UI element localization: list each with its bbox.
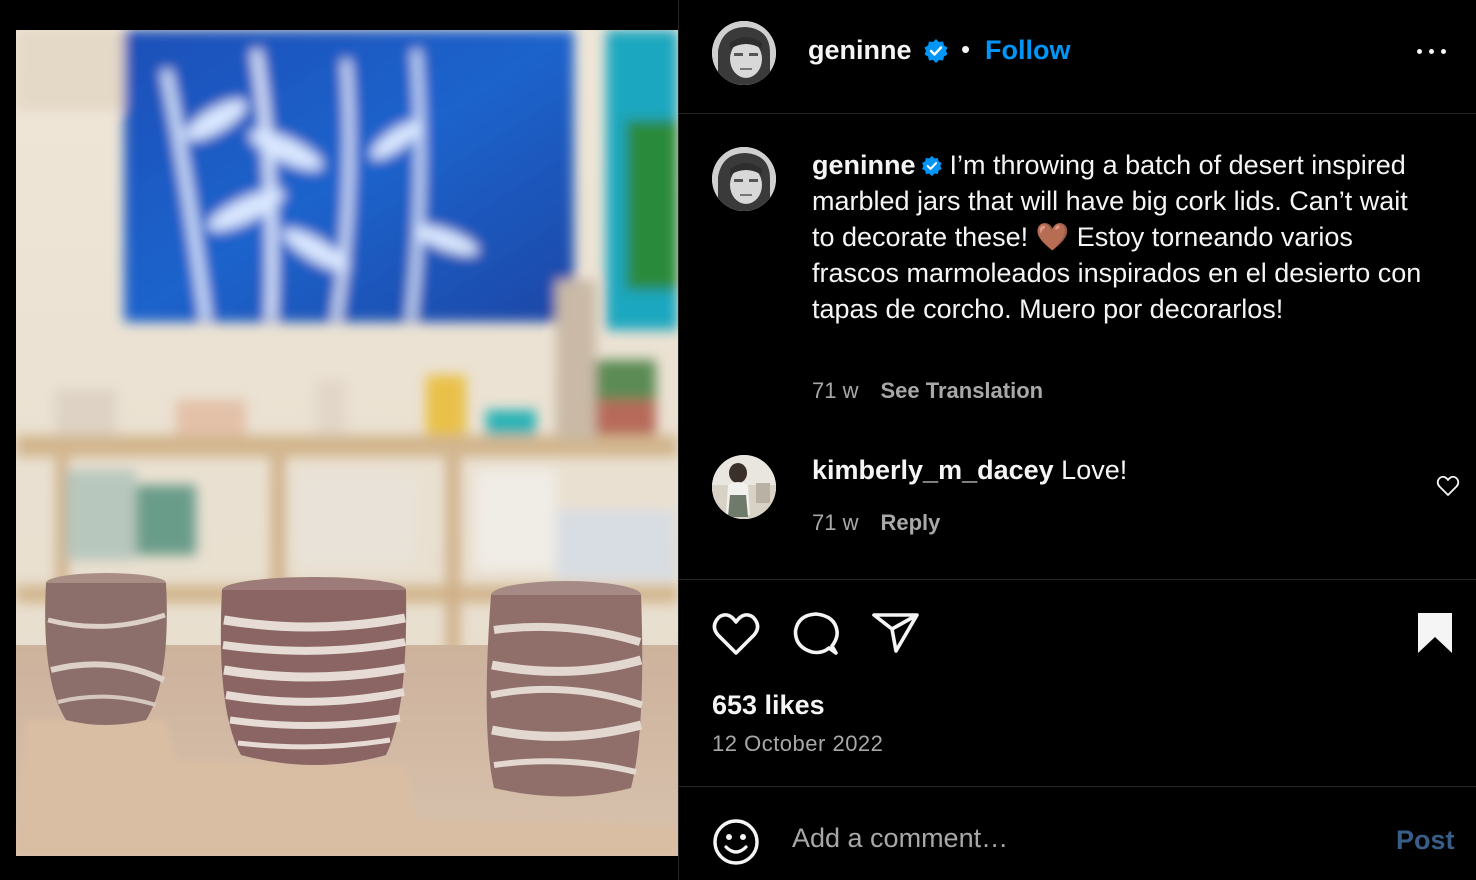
comment-item: kimberly_m_dacey Love! [812,455,1127,486]
emoji-icon[interactable] [712,818,760,866]
post-media-panel [0,0,678,880]
header-separator: • [961,34,971,64]
more-options-icon[interactable] [1415,44,1449,60]
add-comment-input[interactable] [792,823,1352,854]
post-caption: geninne I’m throwing a batch of desert in… [812,147,1432,327]
comment-meta: 71 w Reply [812,510,940,536]
follow-button[interactable]: Follow [985,35,1070,66]
pottery-studio-image [16,30,678,856]
like-comment-icon[interactable] [1436,475,1460,497]
verified-badge-icon [924,39,948,63]
commenter-username[interactable]: kimberly_m_dacey [812,455,1054,485]
caption-age: 71 w [812,378,859,403]
post-date[interactable]: 12 October 2022 [712,731,883,757]
post-comment-button[interactable]: Post [1396,825,1455,856]
see-translation-button[interactable]: See Translation [880,378,1043,403]
likes-count[interactable]: 653 likes [712,690,825,721]
reply-button[interactable]: Reply [880,510,940,535]
composer-divider [679,786,1476,787]
caption-author-avatar[interactable] [712,147,776,211]
commenter-avatar[interactable] [712,455,776,519]
author-avatar[interactable] [712,21,776,85]
comment-text: Love! [1061,455,1128,485]
caption-meta: 71 w See Translation [812,378,1043,404]
share-icon[interactable] [872,611,920,655]
author-username[interactable]: geninne [808,35,912,66]
comment-icon[interactable] [792,610,840,658]
verified-badge-icon [921,155,942,177]
post-photo[interactable] [16,30,678,856]
caption-username[interactable]: geninne [812,150,916,180]
comment-age: 71 w [812,510,859,535]
bookmark-icon[interactable] [1416,611,1454,655]
heart-icon[interactable] [712,612,760,656]
comments-divider [679,579,1476,580]
header-divider [679,113,1476,114]
post-details-panel: geninne • Follow geninne I’m throwing a b… [679,0,1476,880]
